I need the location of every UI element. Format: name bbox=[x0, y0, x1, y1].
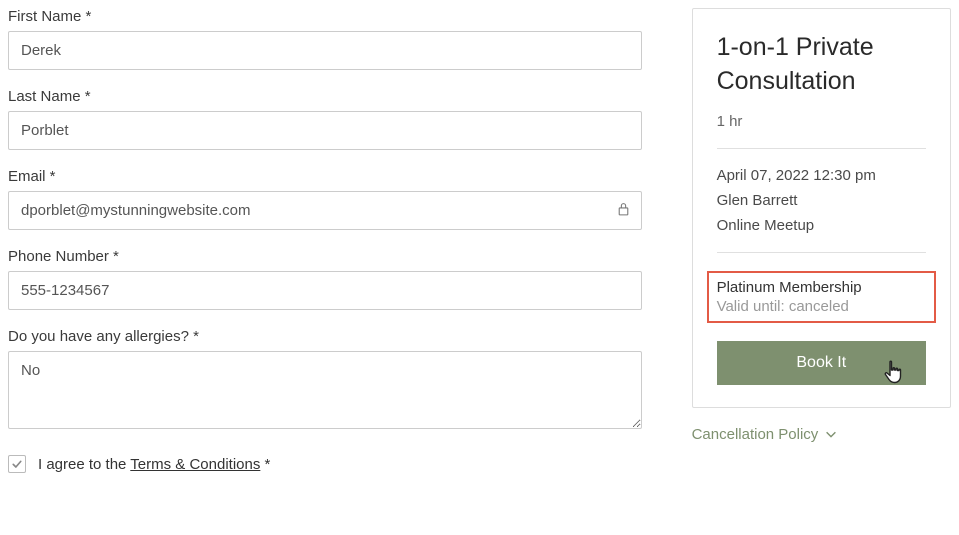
book-it-button[interactable]: Book It bbox=[717, 341, 926, 385]
terms-checkbox[interactable] bbox=[8, 455, 26, 473]
phone-input[interactable] bbox=[8, 271, 642, 310]
last-name-label: Last Name * bbox=[8, 88, 642, 105]
last-name-group: Last Name * bbox=[8, 88, 642, 150]
terms-prefix: I agree to the bbox=[38, 456, 130, 473]
summary-sidebar: 1-on-1 Private Consultation 1 hr April 0… bbox=[692, 8, 951, 527]
email-input-wrap bbox=[8, 191, 642, 230]
first-name-label: First Name * bbox=[8, 8, 642, 25]
phone-label: Phone Number * bbox=[8, 248, 642, 265]
service-duration: 1 hr bbox=[717, 113, 926, 130]
allergies-label: Do you have any allergies? * bbox=[8, 328, 642, 345]
summary-card: 1-on-1 Private Consultation 1 hr April 0… bbox=[692, 8, 951, 408]
membership-name: Platinum Membership bbox=[717, 279, 926, 296]
booking-location: Online Meetup bbox=[717, 217, 926, 234]
first-name-input[interactable] bbox=[8, 31, 642, 70]
divider-2 bbox=[717, 252, 926, 253]
membership-validity: Valid until: canceled bbox=[717, 298, 926, 315]
email-input[interactable] bbox=[8, 191, 642, 230]
terms-suffix: * bbox=[260, 456, 270, 473]
booking-form: First Name * Last Name * Email * Phone N… bbox=[8, 8, 642, 527]
allergies-group: Do you have any allergies? * bbox=[8, 328, 642, 433]
allergies-textarea[interactable] bbox=[8, 351, 642, 429]
membership-highlight: Platinum Membership Valid until: cancele… bbox=[707, 271, 936, 323]
cancellation-policy-toggle[interactable]: Cancellation Policy bbox=[692, 426, 951, 443]
phone-group: Phone Number * bbox=[8, 248, 642, 310]
last-name-input[interactable] bbox=[8, 111, 642, 150]
chevron-down-icon bbox=[824, 427, 838, 441]
terms-link[interactable]: Terms & Conditions bbox=[130, 456, 260, 473]
cancellation-label: Cancellation Policy bbox=[692, 426, 819, 443]
booking-staff: Glen Barrett bbox=[717, 192, 926, 209]
terms-text: I agree to the Terms & Conditions * bbox=[38, 456, 270, 473]
email-group: Email * bbox=[8, 168, 642, 230]
pointer-cursor-icon bbox=[882, 358, 906, 391]
book-it-label: Book It bbox=[796, 354, 846, 371]
divider-1 bbox=[717, 148, 926, 149]
email-label: Email * bbox=[8, 168, 642, 185]
booking-datetime: April 07, 2022 12:30 pm bbox=[717, 167, 926, 184]
service-title: 1-on-1 Private Consultation bbox=[717, 31, 926, 99]
terms-row: I agree to the Terms & Conditions * bbox=[8, 455, 642, 473]
first-name-group: First Name * bbox=[8, 8, 642, 70]
